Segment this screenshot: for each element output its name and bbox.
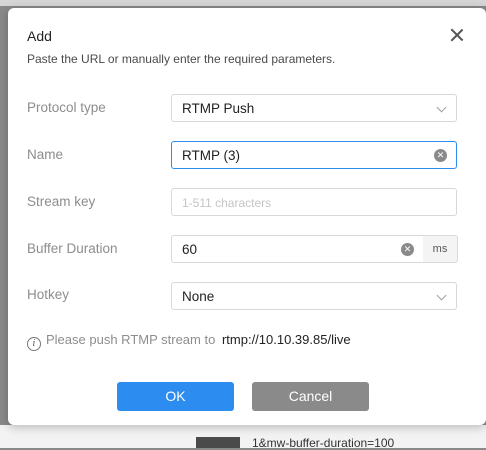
chevron-down-icon: [436, 290, 447, 301]
chevron-down-icon: [436, 102, 447, 113]
buffer-duration-label: Buffer Duration: [27, 241, 118, 256]
protocol-type-select[interactable]: RTMP Push: [171, 94, 457, 122]
stream-key-label: Stream key: [27, 194, 96, 209]
hotkey-select[interactable]: None: [171, 282, 457, 310]
dialog-subtitle: Paste the URL or manually enter the requ…: [27, 52, 336, 66]
buffer-duration-input[interactable]: 60 ✕: [171, 235, 424, 263]
protocol-type-label: Protocol type: [27, 100, 106, 115]
buffer-duration-value: 60: [182, 242, 198, 257]
hotkey-label: Hotkey: [27, 287, 70, 302]
info-message: i Please push RTMP stream to rtmp://10.10…: [27, 332, 351, 351]
stream-key-placeholder: 1-511 characters: [182, 196, 272, 210]
clear-icon[interactable]: ✕: [434, 149, 447, 162]
info-text: Please push RTMP stream to: [46, 332, 216, 347]
stream-key-input[interactable]: 1-511 characters: [171, 188, 457, 216]
info-url: rtmp://10.10.39.85/live: [221, 332, 351, 347]
background-top-strip: [0, 0, 486, 6]
close-icon[interactable]: [448, 26, 466, 44]
name-label: Name: [27, 147, 64, 162]
background-content: 1&mw-buffer-duration=100: [0, 425, 486, 450]
hotkey-value: None: [182, 289, 215, 304]
add-dialog: Add Paste the URL or manually enter the …: [8, 8, 486, 425]
buffer-duration-unit: ms: [423, 235, 458, 263]
background-block: [196, 437, 240, 448]
clear-icon[interactable]: ✕: [401, 243, 414, 256]
name-value: RTMP (3): [182, 148, 241, 163]
name-input[interactable]: RTMP (3) ✕: [171, 141, 457, 169]
ok-button[interactable]: OK: [117, 382, 234, 411]
protocol-type-value: RTMP Push: [182, 101, 255, 116]
dialog-title: Add: [27, 28, 52, 44]
cancel-button[interactable]: Cancel: [252, 382, 369, 411]
info-icon: i: [27, 337, 41, 351]
